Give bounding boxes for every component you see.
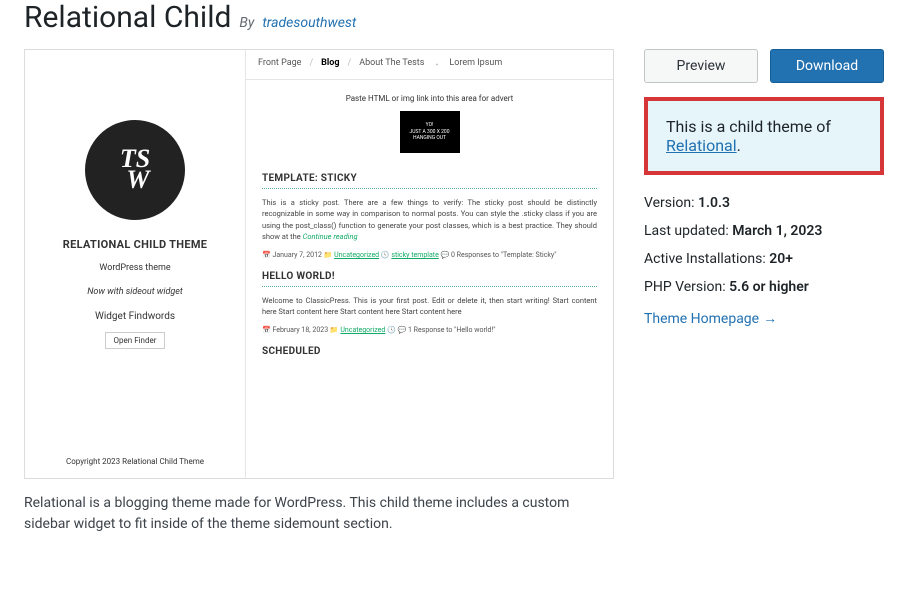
screenshot-advert: Paste HTML or img link into this area fo…	[246, 80, 613, 163]
screenshot-sidebar: TS W RELATIONAL CHILD THEME WordPress th…	[25, 50, 245, 478]
comment-icon: 💬	[441, 251, 450, 259]
parent-theme-link[interactable]: Relational	[666, 136, 737, 155]
screenshot-nav: Front Page/ Blog/ About The Tests・ Lorem…	[246, 50, 613, 80]
nav-item: Front Page	[258, 58, 301, 71]
screenshot-subtitle: WordPress theme	[99, 263, 170, 273]
theme-title: Relational Child	[24, 0, 231, 35]
theme-screenshot[interactable]: TS W RELATIONAL CHILD THEME WordPress th…	[24, 49, 614, 479]
notice-text: This is a child theme of	[666, 117, 831, 136]
screenshot-post-3: SCHEDULED	[246, 336, 613, 361]
calendar-icon: 📅	[262, 251, 271, 259]
arrow-right-icon: →	[763, 305, 777, 333]
screenshot-widget-title: Widget Findwords	[95, 311, 175, 322]
screenshot-theme-title: RELATIONAL CHILD THEME	[63, 238, 207, 251]
theme-meta: Version: 1.0.3 Last updated: March 1, 20…	[644, 189, 884, 333]
post-meta: 📅 January 7, 2012 📁 Uncategorized 🕓 stic…	[262, 250, 597, 261]
nav-item: Blog	[321, 58, 339, 71]
post-title: SCHEDULED	[262, 346, 597, 357]
screenshot-copyright: Copyright 2023 Relational Child Theme	[66, 447, 204, 478]
by-label: By	[239, 15, 254, 31]
meta-php: PHP Version: 5.6 or higher	[644, 273, 884, 301]
meta-updated: Last updated: March 1, 2023	[644, 217, 884, 245]
comment-icon: 💬	[398, 326, 407, 334]
folder-icon: 📁	[324, 251, 333, 259]
nav-item: About The Tests	[359, 58, 424, 71]
screenshot-open-finder-button: Open Finder	[105, 332, 166, 349]
screenshot-tagline: Now with sideout widget	[87, 287, 183, 297]
nav-item: Lorem Ipsum	[449, 58, 502, 71]
action-buttons: Preview Download	[644, 49, 884, 83]
left-column: TS W RELATIONAL CHILD THEME WordPress th…	[24, 49, 614, 535]
main-content: TS W RELATIONAL CHILD THEME WordPress th…	[24, 49, 884, 535]
theme-description: Relational is a blogging theme made for …	[24, 493, 614, 535]
tag-icon: 🕓	[387, 326, 396, 334]
advert-box: YO! JUST A 300 X 200 HANGING OUT	[400, 111, 460, 153]
folder-icon: 📁	[330, 326, 339, 334]
meta-version: Version: 1.0.3	[644, 189, 884, 217]
advert-label: Paste HTML or img link into this area fo…	[258, 94, 601, 103]
child-theme-notice: This is a child theme of Relational.	[644, 97, 884, 175]
theme-homepage-link[interactable]: Theme Homepage →	[644, 305, 777, 333]
post-title: HELLO WORLD!	[262, 271, 597, 282]
screenshot-post-1: TEMPLATE: STICKY This is a sticky post. …	[246, 163, 613, 261]
post-title: TEMPLATE: STICKY	[262, 173, 597, 184]
download-button[interactable]: Download	[770, 49, 884, 83]
meta-installs: Active Installations: 20+	[644, 245, 884, 273]
author-link[interactable]: tradesouthwest	[262, 15, 356, 31]
page-header: Relational Child By tradesouthwest	[24, 0, 884, 35]
screenshot-post-2: HELLO WORLD! Welcome to ClassicPress. Th…	[246, 261, 613, 336]
right-column: Preview Download This is a child theme o…	[644, 49, 884, 535]
calendar-icon: 📅	[262, 326, 271, 334]
screenshot-logo: TS W	[85, 120, 185, 220]
screenshot-body: Front Page/ Blog/ About The Tests・ Lorem…	[245, 50, 613, 478]
preview-button[interactable]: Preview	[644, 49, 758, 83]
tag-icon: 🕓	[381, 251, 390, 259]
post-meta: 📅 February 18, 2023 📁 Uncategorized 🕓 💬 …	[262, 325, 597, 336]
